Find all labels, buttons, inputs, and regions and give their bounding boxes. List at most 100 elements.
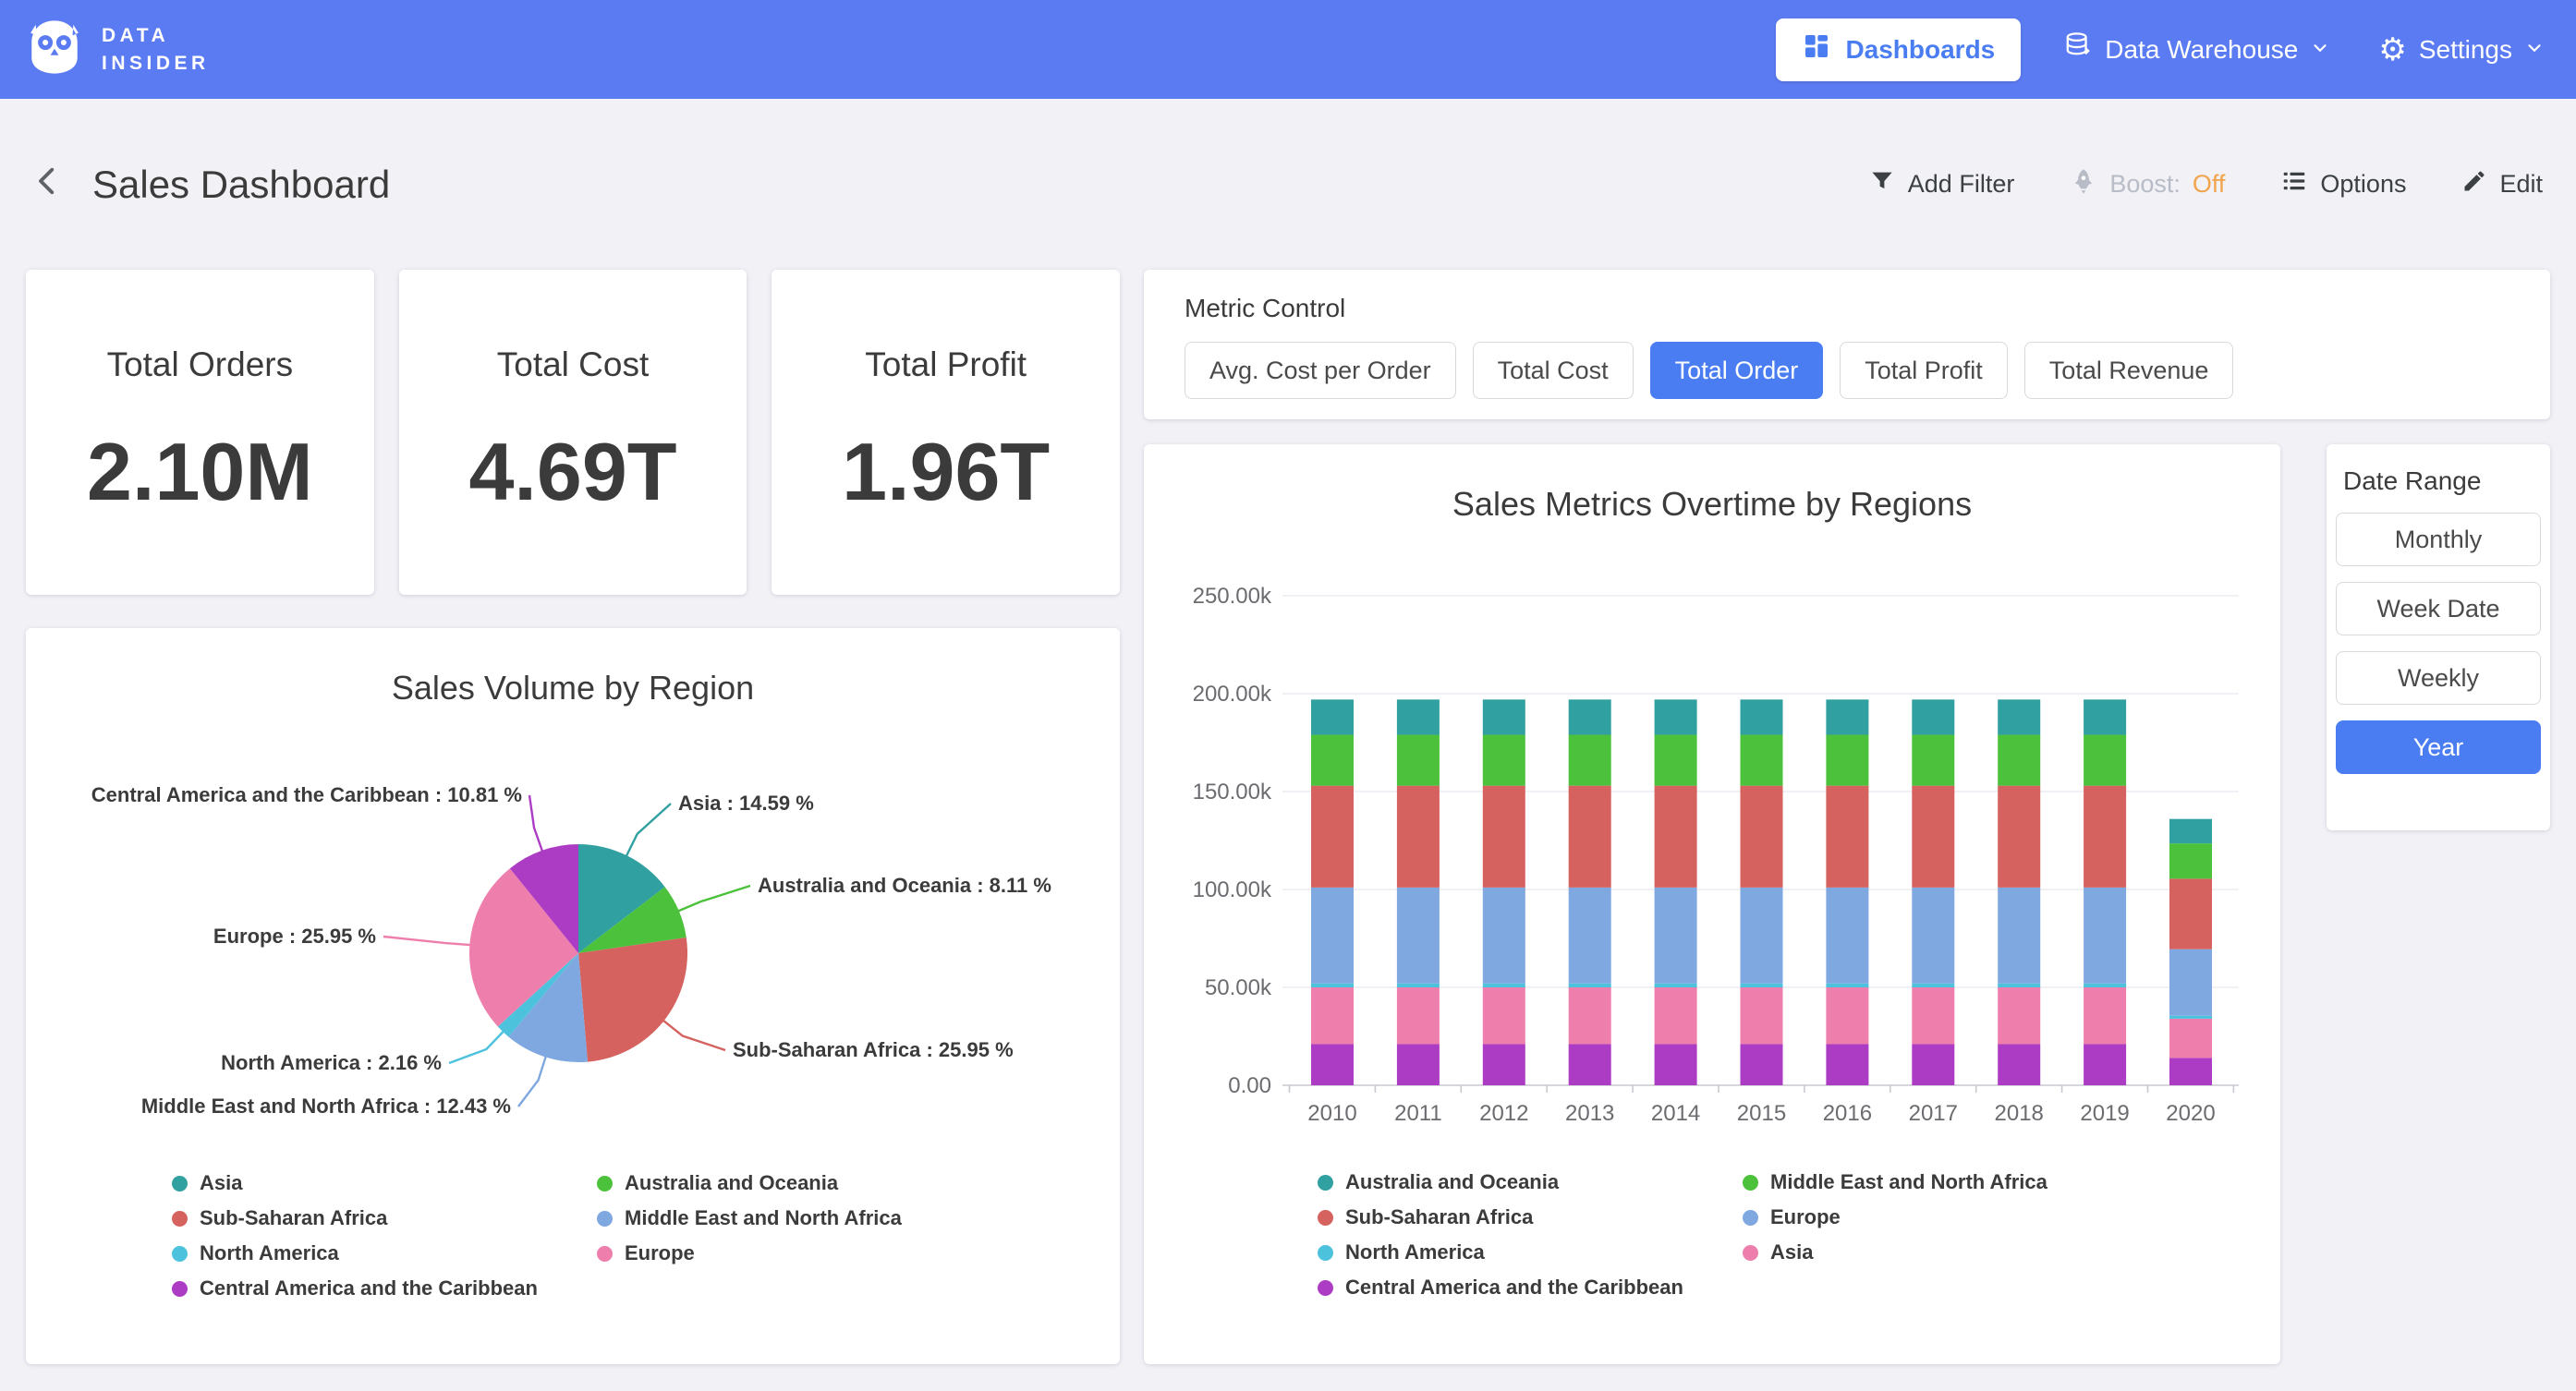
chevron-left-icon [28,162,67,207]
dashboards-grid-icon [1802,31,1831,67]
legend-dot [1743,1175,1758,1191]
date-option-week-date[interactable]: Week Date [2336,582,2541,635]
bar-2016[interactable] [1826,699,1868,1085]
svg-text:2014: 2014 [1651,1101,1700,1126]
bar-2020[interactable] [2169,819,2212,1085]
filter-funnel-icon [1868,167,1896,201]
options-list-icon [2280,167,2308,201]
page-header: Sales Dashboard Add Filter Boost: Off [0,99,2576,270]
add-filter-label: Add Filter [1908,170,2015,199]
boost-label: Boost: [2109,170,2181,199]
bar-2013[interactable] [1569,699,1611,1085]
legend-item-asia[interactable]: Asia [172,1166,538,1201]
nav-dashboards-button[interactable]: Dashboards [1776,18,2021,81]
options-button[interactable]: Options [2275,166,2412,202]
legend-label: North America [1345,1240,1485,1264]
svg-text:2019: 2019 [2080,1101,2129,1126]
pie-leader-line [626,804,671,857]
metric-option-total-order[interactable]: Total Order [1650,342,1824,399]
metric-option-total-profit[interactable]: Total Profit [1840,342,2008,399]
nav-settings-button[interactable]: ⚙ Settings [2373,33,2550,67]
metric-control-card: Metric Control Avg. Cost per OrderTotal … [1144,270,2550,419]
legend-label: Australia and Oceania [625,1171,838,1195]
pie-leader-line [662,1020,725,1050]
nav-data-warehouse-button[interactable]: Data Warehouse [2058,30,2336,68]
legend-label: Sub-Saharan Africa [1345,1205,1533,1229]
legend-item-middle-east-and-north-africa[interactable]: Middle East and North Africa [1743,1165,2047,1200]
bar-2012[interactable] [1483,699,1525,1085]
metric-option-avg-cost-per-order[interactable]: Avg. Cost per Order [1185,342,1456,399]
legend-item-australia-and-oceania[interactable]: Australia and Oceania [1318,1165,1683,1200]
pie-label-central-america-and-the-caribbean: Central America and the Caribbean : 10.8… [91,783,522,807]
header-actions: Add Filter Boost: Off Options [1863,166,2548,202]
nav-data-warehouse-label: Data Warehouse [2105,35,2298,65]
navbar-menu: Dashboards Data Warehouse ⚙ Settings [1776,18,2550,81]
legend-item-central-america-and-the-caribbean[interactable]: Central America and the Caribbean [172,1271,538,1306]
legend-dot [597,1176,613,1191]
legend-label: Central America and the Caribbean [1345,1276,1683,1300]
date-option-monthly[interactable]: Monthly [2336,513,2541,566]
pie-label-middle-east-and-north-africa: Middle East and North Africa : 12.43 % [141,1095,511,1119]
legend-item-central-america-and-the-caribbean[interactable]: Central America and the Caribbean [1318,1270,1683,1305]
legend-item-europe[interactable]: Europe [1743,1200,2047,1235]
legend-label: Europe [625,1241,695,1265]
metric-option-total-cost[interactable]: Total Cost [1473,342,1634,399]
pie-leader-line [677,886,750,912]
pie-label-europe: Europe : 25.95 % [213,925,376,949]
bar-2011[interactable] [1397,699,1440,1085]
dashboard-content: Total Orders 2.10M Total Cost 4.69T Tota… [0,270,2576,1364]
svg-text:2016: 2016 [1823,1101,1872,1126]
pie-chart-card: Sales Volume by Region Asia : 14.59 %Aus… [26,628,1120,1364]
chevron-down-icon [2310,35,2330,65]
legend-item-sub-saharan-africa[interactable]: Sub-Saharan Africa [1318,1200,1683,1235]
bar-2014[interactable] [1655,699,1697,1085]
legend-item-north-america[interactable]: North America [172,1236,538,1271]
pie-leader-line [449,1031,504,1063]
legend-dot [1318,1210,1333,1226]
pie-label-sub-saharan-africa: Sub-Saharan Africa : 25.95 % [733,1038,1014,1062]
bar-2017[interactable] [1912,699,1954,1085]
legend-label: Asia [1770,1240,1813,1264]
svg-text:200.00k: 200.00k [1193,682,1272,707]
kpi-label: Total Orders [107,345,294,384]
date-range-label: Date Range [2336,466,2541,496]
kpi-label: Total Profit [865,345,1027,384]
charts-row: Sales Metrics Overtime by Regions 0.0050… [1144,444,2550,1364]
legend-dot [172,1281,188,1297]
bar-2019[interactable] [2084,699,2126,1085]
svg-text:100.00k: 100.00k [1193,877,1272,902]
kpi-card-total-profit: Total Profit 1.96T [772,270,1120,595]
kpi-row: Total Orders 2.10M Total Cost 4.69T Tota… [26,270,1120,595]
svg-text:2018: 2018 [1995,1101,2044,1126]
legend-item-asia[interactable]: Asia [1743,1235,2047,1270]
edit-button[interactable]: Edit [2456,167,2548,201]
kpi-value: 4.69T [468,425,676,519]
back-button[interactable] [28,162,67,207]
boost-toggle[interactable]: Boost: Off [2064,166,2230,202]
bar-2010[interactable] [1311,699,1354,1085]
svg-text:2013: 2013 [1565,1101,1614,1126]
pie-slice-sub-saharan-africa[interactable] [578,937,687,1062]
add-filter-button[interactable]: Add Filter [1863,166,2021,202]
pie-label-asia: Asia : 14.59 % [678,792,814,816]
bar-2018[interactable] [1998,699,2040,1085]
legend-label: Australia and Oceania [1345,1170,1559,1194]
legend-item-middle-east-and-north-africa[interactable]: Middle East and North Africa [597,1201,902,1236]
database-icon [2063,31,2093,67]
pie-legend-column-1: AsiaSub-Saharan Africa North America Centr… [172,1166,538,1306]
svg-text:50.00k: 50.00k [1205,975,1272,1000]
legend-item-australia-and-oceania[interactable]: Australia and Oceania [597,1166,902,1201]
page-title: Sales Dashboard [92,163,390,207]
bar-chart-card: Sales Metrics Overtime by Regions 0.0050… [1144,444,2280,1364]
legend-item-europe[interactable]: Europe [597,1236,902,1271]
date-option-year[interactable]: Year [2336,720,2541,774]
legend-item-sub-saharan-africa[interactable]: Sub-Saharan Africa [172,1201,538,1236]
legend-label: North America [200,1241,339,1265]
bar-2015[interactable] [1741,699,1783,1085]
legend-label: Middle East and North Africa [625,1206,902,1230]
metric-option-total-revenue[interactable]: Total Revenue [2024,342,2234,399]
legend-item-north-america[interactable]: North America [1318,1235,1683,1270]
legend-dot [172,1246,188,1262]
legend-dot [1318,1280,1333,1296]
date-option-weekly[interactable]: Weekly [2336,651,2541,705]
